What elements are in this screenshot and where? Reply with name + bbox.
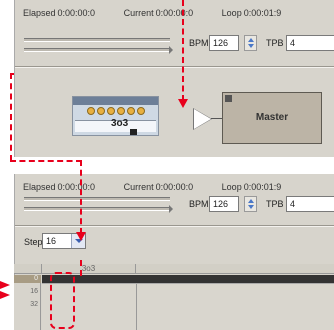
toolbar-divider xyxy=(15,66,334,68)
row-number: 16 xyxy=(30,288,38,295)
current-label: Current xyxy=(123,182,154,192)
step-label: Step xyxy=(24,237,43,247)
volume-slider-2[interactable] xyxy=(24,197,170,201)
master-name: Master xyxy=(255,112,289,123)
generator-name: 3o3 xyxy=(111,118,129,129)
toolbar-divider xyxy=(15,225,334,227)
master-led-icon xyxy=(225,95,232,102)
synth-knobs-icon xyxy=(87,107,147,117)
tpb-field[interactable]: 4 xyxy=(286,196,334,212)
elapsed-label: Elapsed xyxy=(23,182,56,192)
synth-panel-bar xyxy=(73,97,158,105)
generator-machine-3o3[interactable]: 3o3 xyxy=(72,96,159,136)
synth-slot xyxy=(130,129,137,135)
current-value: 0:00:00:0 xyxy=(155,182,194,192)
bpm-spin-icon[interactable] xyxy=(244,35,257,51)
active-row[interactable] xyxy=(42,275,334,283)
slider-thumb[interactable] xyxy=(169,205,173,213)
loop-value: 0:00:01:9 xyxy=(243,8,282,18)
loop-value: 0:00:01:9 xyxy=(243,182,282,192)
bpm-spin-icon[interactable] xyxy=(244,196,257,212)
annotation-line xyxy=(80,260,82,276)
transport-status-2: Elapsed 0:00:00:0 Current 0:00:00:0 Loop 0:… xyxy=(23,182,334,196)
elapsed-value: 0:00:00:0 xyxy=(57,182,96,192)
annotation-box xyxy=(50,272,75,329)
annotation-line xyxy=(80,160,82,234)
slider-thumb[interactable] xyxy=(169,46,173,54)
bpm-label: BPM xyxy=(189,199,209,209)
step-value: 16 xyxy=(46,236,57,246)
annotation-arrow-icon xyxy=(76,232,86,241)
tpb-field[interactable]: 4 xyxy=(286,35,334,51)
current-label: Current xyxy=(123,8,154,18)
current-value: 0:00:00:0 xyxy=(155,8,194,18)
pattern-body[interactable] xyxy=(42,283,334,330)
annotation-line xyxy=(182,0,184,101)
position-slider[interactable] xyxy=(24,46,173,54)
master-machine[interactable]: Master xyxy=(222,92,322,144)
annotation-arrow-icon xyxy=(0,281,10,289)
annotation-line xyxy=(10,73,12,161)
annotation-line xyxy=(10,160,82,162)
volume-slider[interactable] xyxy=(24,38,170,42)
row-number: 0 xyxy=(34,275,38,282)
position-slider-2[interactable] xyxy=(24,205,173,213)
tpb-label: TPB xyxy=(266,38,284,48)
bpm-field[interactable]: 126 xyxy=(209,35,239,51)
bpm-field[interactable]: 126 xyxy=(209,196,239,212)
tpb-label: TPB xyxy=(266,199,284,209)
annotation-arrow-icon xyxy=(0,291,10,299)
bpm-label: BPM xyxy=(189,38,209,48)
transport-status: Elapsed 0:00:00:0 Current 0:00:00:0 Loop 0:… xyxy=(23,8,334,22)
row-number: 32 xyxy=(30,301,38,308)
elapsed-value: 0:00:00:0 xyxy=(57,8,96,18)
loop-label: Loop xyxy=(221,182,242,192)
machine-view-panel: Elapsed 0:00:00:0 Current 0:00:00:0 Loop 0:… xyxy=(14,0,334,157)
annotation-arrow-icon xyxy=(178,99,188,108)
connection-arrow-icon[interactable] xyxy=(194,109,211,129)
loop-label: Loop xyxy=(221,8,242,18)
elapsed-label: Elapsed xyxy=(23,8,56,18)
